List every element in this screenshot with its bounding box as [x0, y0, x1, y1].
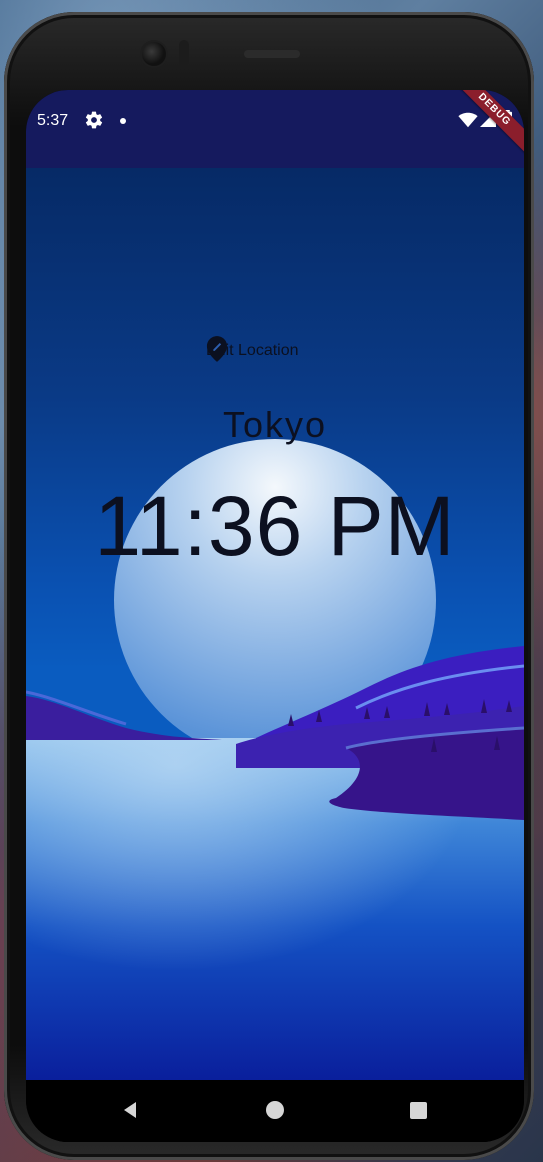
landscape-illustration — [26, 439, 524, 1080]
navigation-bar — [26, 1080, 524, 1142]
front-camera — [142, 42, 166, 66]
earpiece-speaker — [244, 50, 300, 58]
night-scene-background: Edit Location Tokyo 11:36 PM — [26, 168, 524, 1080]
gear-icon — [85, 111, 103, 129]
status-time: 5:37 — [37, 112, 69, 129]
phone-frame: 5:37 DEBUG Edit Location Tokyo 11:36 PM — [4, 12, 534, 1160]
location-pin-icon — [206, 336, 228, 362]
notification-dot-icon — [120, 118, 126, 124]
status-bar: 5:37 DEBUG — [26, 90, 524, 168]
city-name: Tokyo — [222, 404, 328, 445]
edit-location-button[interactable]: Edit Location — [206, 336, 356, 366]
recents-icon[interactable] — [410, 1102, 427, 1119]
time-display: 11:36 PM — [94, 479, 456, 573]
back-icon[interactable] — [120, 1100, 140, 1120]
wifi-icon — [458, 112, 478, 128]
proximity-sensor — [179, 40, 189, 66]
phone-screen: 5:37 DEBUG Edit Location Tokyo 11:36 PM — [26, 90, 524, 1142]
home-icon[interactable] — [266, 1101, 284, 1119]
